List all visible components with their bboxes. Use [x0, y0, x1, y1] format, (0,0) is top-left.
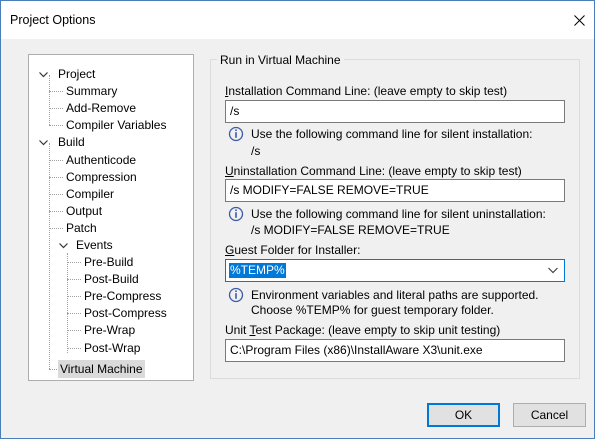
guest-folder-note: Environment variables and literal paths … [251, 288, 539, 302]
tree-item-events[interactable]: Events [29, 236, 193, 254]
uninstallation-command-label: Uninstallation Command Line: (leave empt… [225, 164, 522, 178]
tree-item-authenticode[interactable]: Authenticode [29, 151, 193, 169]
tree-item-label: Compiler Variables [66, 118, 167, 132]
installation-note-command: /s [251, 144, 261, 158]
accelerator-key: U [225, 164, 234, 178]
tree-item-pre-compress[interactable]: Pre-Compress [29, 287, 193, 305]
tree-item-compiler[interactable]: Compiler [29, 185, 193, 203]
installation-command-label: Installation Command Line: (leave empty … [225, 84, 507, 98]
window-title: Project Options [10, 13, 96, 27]
guest-folder-combo[interactable]: %TEMP% [225, 259, 565, 282]
tree-item-summary[interactable]: Summary [29, 82, 193, 100]
cancel-button[interactable]: Cancel [513, 403, 586, 427]
tree-item-label: Pre-Build [84, 255, 134, 269]
tree-item-compiler-variables[interactable]: Compiler Variables [29, 116, 193, 134]
label-text: est Package: (leave empty to skip unit t… [255, 323, 501, 337]
installation-note: Use the following command line for silen… [251, 127, 533, 141]
tree-item-post-wrap[interactable]: Post-Wrap [29, 339, 193, 357]
uninstallation-note-command: /s MODIFY=FALSE REMOVE=TRUE [251, 223, 450, 237]
tree-item-build[interactable]: Build [29, 133, 193, 151]
tree-item-label: Compression [66, 170, 137, 184]
unit-test-label: Unit Test Package: (leave empty to skip … [225, 323, 500, 337]
tree-item-compression[interactable]: Compression [29, 168, 193, 186]
tree-item-label: Compiler [66, 187, 115, 201]
label-text: uest Folder for Installer: [234, 243, 361, 257]
tree-item-label: Add-Remove [66, 101, 137, 115]
label-text: ninstallation Command Line: (leave empty… [233, 164, 522, 178]
tree-item-label: Build [58, 135, 85, 149]
tree-item-label: Events [76, 238, 113, 252]
project-options-dialog: Project Options Project Summary Add-Remo… [0, 0, 595, 439]
tree-item-pre-build[interactable]: Pre-Build [29, 253, 193, 271]
tree-item-post-build[interactable]: Post-Build [29, 270, 193, 288]
tree-item-label: Authenticode [66, 153, 137, 167]
group-title: Run in Virtual Machine [217, 53, 344, 67]
accelerator-key: G [225, 243, 235, 257]
chevron-down-icon[interactable] [39, 138, 48, 147]
tree-item-patch[interactable]: Patch [29, 219, 193, 237]
options-tree[interactable]: Project Summary Add-Remove Compiler Vari… [28, 54, 194, 381]
guest-folder-value[interactable]: %TEMP% [229, 263, 286, 278]
tree-item-label: Patch [66, 221, 97, 235]
installation-command-input[interactable]: /s [225, 100, 565, 123]
guest-folder-note-2: Choose %TEMP% for guest temporary folder… [251, 303, 494, 317]
uninstallation-command-input[interactable]: /s MODIFY=FALSE REMOVE=TRUE [225, 179, 565, 202]
tree-item-label: Post-Compress [84, 306, 167, 320]
unit-test-package-input[interactable]: C:\Program Files (x86)\InstallAware X3\u… [225, 339, 565, 362]
close-button[interactable] [564, 1, 594, 39]
guest-folder-label: Guest Folder for Installer: [225, 243, 360, 257]
chevron-down-icon[interactable] [59, 241, 68, 250]
tree-item-label: Pre-Wrap [84, 323, 136, 337]
uninstallation-note: Use the following command line for silen… [251, 207, 546, 221]
chevron-down-icon[interactable] [548, 267, 558, 274]
info-icon [228, 206, 244, 222]
tree-item-pre-wrap[interactable]: Pre-Wrap [29, 321, 193, 339]
title-bar: Project Options [1, 1, 594, 39]
tree-item-project[interactable]: Project [29, 65, 193, 83]
tree-item-label: Post-Build [84, 272, 139, 286]
tree-item-output[interactable]: Output [29, 202, 193, 220]
tree-item-label: Pre-Compress [84, 289, 162, 303]
label-text: nstallation Command Line: (leave empty t… [228, 84, 508, 98]
tree-item-label: Post-Wrap [84, 341, 141, 355]
tree-item-label: Output [66, 204, 103, 218]
tree-item-label: Project [58, 67, 96, 81]
info-icon [228, 126, 244, 142]
tree-item-label: Summary [66, 84, 118, 98]
chevron-down-icon[interactable] [39, 70, 48, 79]
ok-button[interactable]: OK [427, 403, 500, 427]
close-icon [573, 14, 585, 26]
tree-item-virtual-machine[interactable]: Virtual Machine [29, 360, 193, 378]
tree-item-label: Virtual Machine [58, 360, 145, 378]
info-icon [228, 287, 244, 303]
tree-item-add-remove[interactable]: Add-Remove [29, 99, 193, 117]
tree-item-post-compress[interactable]: Post-Compress [29, 304, 193, 322]
label-text: Unit [225, 323, 250, 337]
